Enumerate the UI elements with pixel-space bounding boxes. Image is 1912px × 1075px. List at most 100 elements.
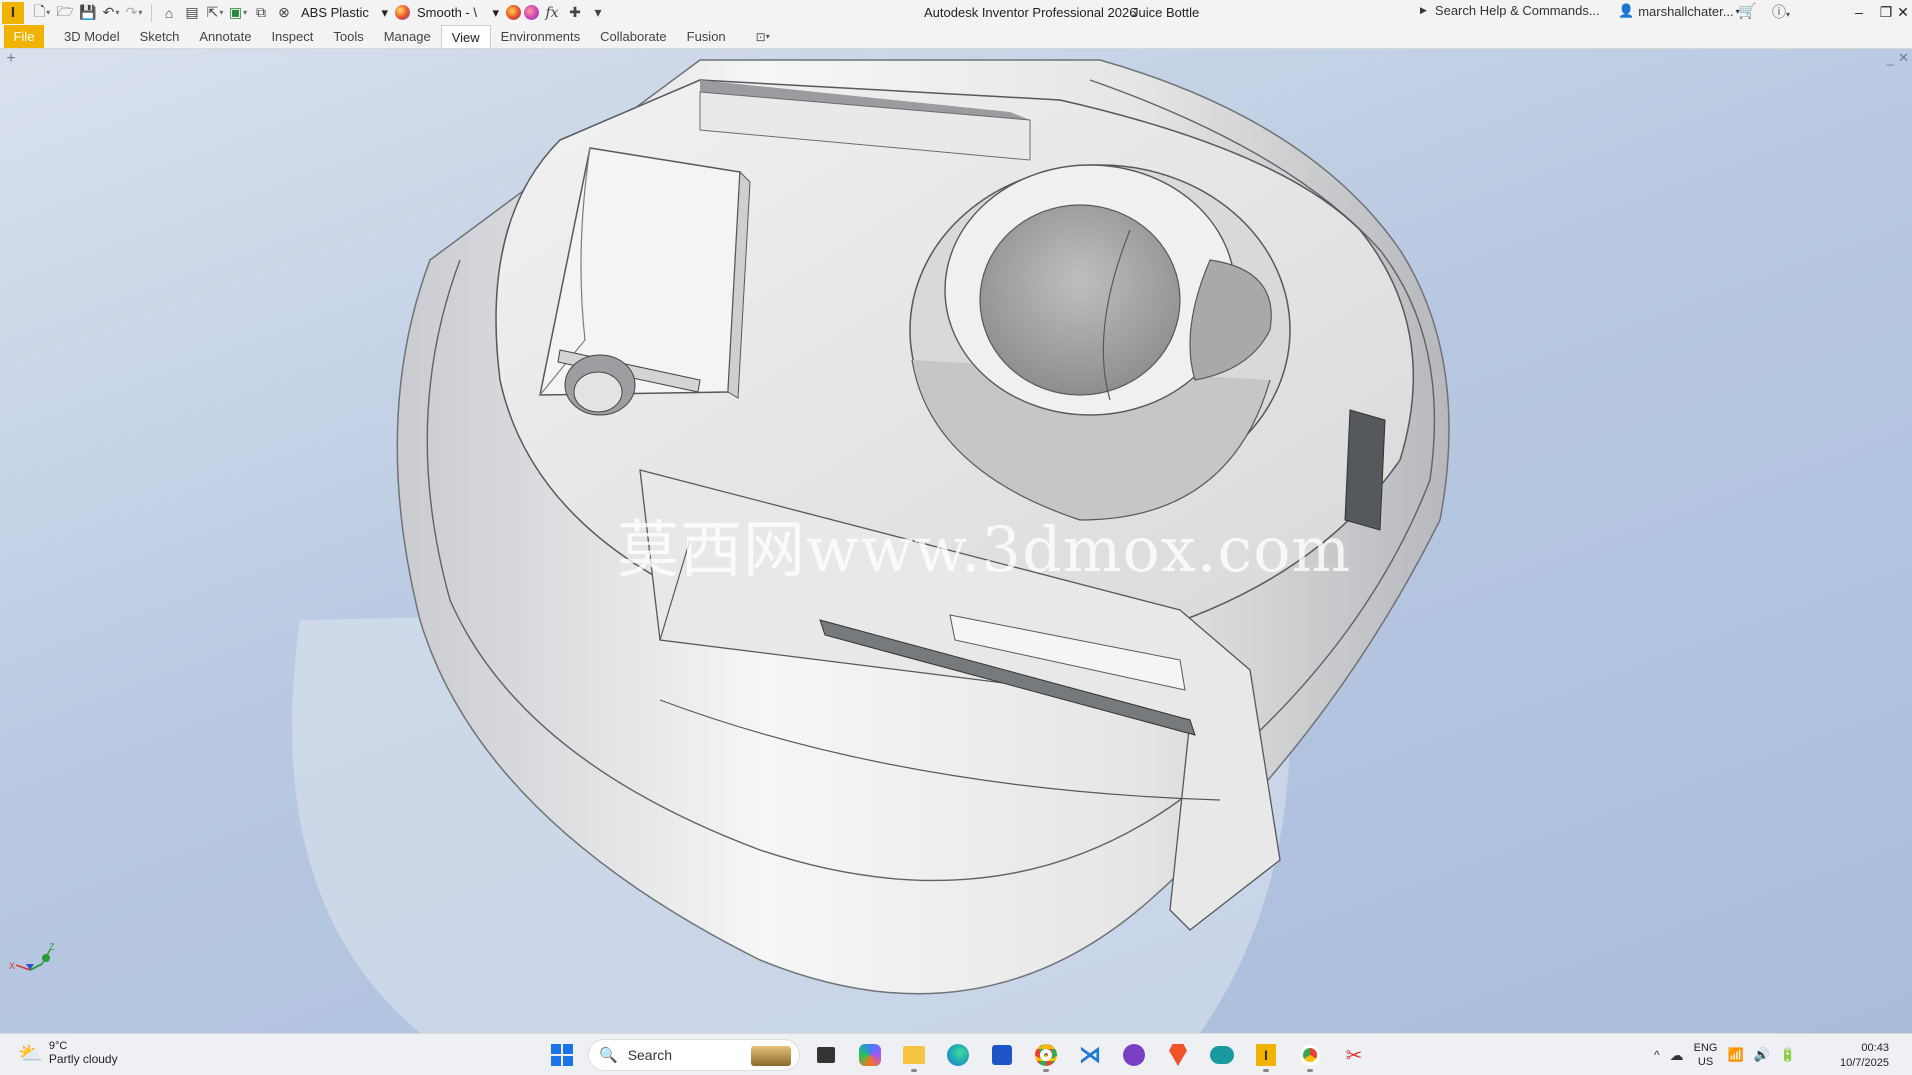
no-entry-icon[interactable]: ⊗ bbox=[274, 3, 294, 23]
update-icon[interactable]: ▣ ▾ bbox=[228, 3, 248, 23]
ribbon-tabs: File 3D Model Sketch Annotate Inspect To… bbox=[0, 25, 1912, 49]
help-icon[interactable]: ⓘ▾ bbox=[1772, 2, 1790, 22]
chevron-down-icon: ▾ bbox=[765, 32, 770, 41]
graphics-viewport[interactable]: 莫西网www.3dmox.com + _ ✕ X Z bbox=[0, 49, 1912, 1033]
system-tray: ^ ☁ ENG US 📶 🔊 🔋 bbox=[1654, 1038, 1796, 1072]
store-icon[interactable] bbox=[984, 1038, 1020, 1072]
github-desktop-icon[interactable] bbox=[1116, 1038, 1152, 1072]
file-explorer-icon[interactable] bbox=[896, 1038, 932, 1072]
adjust-appearance-icon[interactable] bbox=[506, 5, 521, 20]
clear-appearance-icon[interactable] bbox=[524, 5, 539, 20]
arduino-icon[interactable] bbox=[1204, 1038, 1240, 1072]
user-icon: 👤 bbox=[1618, 3, 1635, 18]
title-bar: I 🗋 ▾ 🗁 💾 ↶ ▾ ↷ ▾ ⌂ ▤ ⇱ ▾ ▣ ▾ ⧉ ⊗ ABS Plastic… bbox=[0, 0, 1912, 25]
copilot-icon[interactable] bbox=[852, 1038, 888, 1072]
snipping-tool-icon[interactable]: ✂ bbox=[1336, 1038, 1372, 1072]
tab-file[interactable]: File bbox=[4, 25, 44, 48]
search-icon: 🔍 bbox=[599, 1047, 618, 1064]
chrome-icon[interactable] bbox=[1028, 1038, 1064, 1072]
minimize-button[interactable]: – bbox=[1845, 0, 1873, 24]
quick-access-toolbar: 🗋 ▾ 🗁 💾 ↶ ▾ ↷ ▾ ⌂ ▤ ⇱ ▾ ▣ ▾ ⧉ ⊗ ABS Plastic ▾… bbox=[32, 3, 608, 23]
search-help-label: Search Help & Commands... bbox=[1434, 3, 1600, 18]
triad-x-label: X bbox=[9, 961, 15, 971]
inventor-icon[interactable]: I bbox=[1248, 1038, 1284, 1072]
chevron-down-icon: ▾ bbox=[381, 4, 388, 20]
chevron-right-icon: ▶ bbox=[1420, 5, 1427, 15]
weather-desc: Partly cloudy bbox=[48, 1052, 118, 1066]
tab-manage[interactable]: Manage bbox=[374, 25, 441, 48]
add-tab-icon[interactable]: + bbox=[4, 51, 18, 67]
task-view-icon[interactable] bbox=[808, 1038, 844, 1072]
chrome-profile-icon[interactable] bbox=[1292, 1038, 1328, 1072]
appearance-ball-icon[interactable] bbox=[395, 5, 410, 20]
material-label: ABS Plastic bbox=[301, 5, 369, 20]
language-indicator[interactable]: ENG US bbox=[1694, 1041, 1718, 1069]
watermark-text: 莫西网www.3dmox.com bbox=[617, 513, 1352, 586]
save-icon[interactable]: 💾 bbox=[78, 3, 98, 23]
clock-date: 10/7/2025 bbox=[1840, 1057, 1889, 1069]
chevron-down-icon: ▾ bbox=[492, 4, 499, 20]
edge-icon[interactable] bbox=[940, 1038, 976, 1072]
volume-icon[interactable]: 🔊 bbox=[1754, 1047, 1770, 1063]
ribbon-display-options[interactable]: ⊡ ▾ bbox=[756, 25, 770, 48]
wifi-icon[interactable]: 📶 bbox=[1727, 1047, 1743, 1063]
chevron-up-icon[interactable]: ^ bbox=[1654, 1048, 1660, 1062]
inventor-window: I 🗋 ▾ 🗁 💾 ↶ ▾ ↷ ▾ ⌂ ▤ ⇱ ▾ ▣ ▾ ⧉ ⊗ ABS Plastic… bbox=[0, 0, 1912, 1075]
appearance-label: Smooth - \ bbox=[417, 5, 477, 20]
inventor-logo-icon[interactable]: I bbox=[2, 1, 24, 24]
taskbar-search[interactable]: 🔍 Search bbox=[588, 1039, 800, 1071]
tab-sketch[interactable]: Sketch bbox=[130, 25, 190, 48]
cart-icon[interactable]: 🛒 bbox=[1738, 2, 1757, 20]
search-highlight-icon bbox=[751, 1046, 791, 1066]
undo-icon[interactable]: ↶ ▾ bbox=[101, 3, 121, 23]
triad-z-label: Z bbox=[49, 942, 55, 952]
windows-taskbar: ⛅ 9°C Partly cloudy 🔍 Search ⋊ I ✂ ^ ☁ E… bbox=[0, 1033, 1912, 1075]
partly-cloudy-icon: ⛅ bbox=[18, 1042, 43, 1065]
tab-3d-model[interactable]: 3D Model bbox=[54, 25, 130, 48]
open-icon[interactable]: 🗁 bbox=[55, 3, 75, 23]
search-placeholder: Search bbox=[627, 1047, 673, 1063]
start-button[interactable] bbox=[544, 1038, 580, 1072]
close-button[interactable]: ✕ bbox=[1894, 0, 1912, 24]
vscode-icon[interactable]: ⋊ bbox=[1072, 1038, 1108, 1072]
tab-annotate[interactable]: Annotate bbox=[189, 25, 261, 48]
user-name: marshallchater... bbox=[1638, 3, 1734, 19]
taskbar-apps: 🔍 Search ⋊ I ✂ bbox=[544, 1038, 1372, 1072]
battery-icon[interactable]: 🔋 bbox=[1780, 1047, 1796, 1063]
weather-temp: 9°C bbox=[48, 1040, 68, 1052]
brave-icon[interactable] bbox=[1160, 1038, 1196, 1072]
tab-view[interactable]: View bbox=[440, 25, 491, 48]
app-title: Autodesk Inventor Professional 2026 bbox=[924, 5, 1137, 20]
separator bbox=[151, 3, 152, 22]
tab-tools[interactable]: Tools bbox=[323, 25, 373, 48]
new-icon[interactable]: 🗋 ▾ bbox=[32, 3, 52, 23]
onedrive-icon[interactable]: ☁ bbox=[1670, 1047, 1684, 1064]
local-update-icon[interactable]: ⧉ bbox=[251, 3, 271, 23]
customize-toolbar-icon[interactable]: ▾ bbox=[588, 3, 608, 23]
weather-text: 9°C Partly cloudy bbox=[49, 1040, 118, 1066]
view-triad-icon: X Z bbox=[9, 942, 55, 971]
user-account[interactable]: 👤 marshallchater... ▾ bbox=[1618, 3, 1740, 19]
home-icon[interactable]: ⌂ bbox=[159, 3, 179, 23]
appearance-dropdown[interactable]: Smooth - \ ▾ bbox=[413, 3, 503, 23]
material-dropdown[interactable]: ABS Plastic ▾ bbox=[297, 3, 392, 23]
plus-icon[interactable]: ✚ bbox=[565, 3, 585, 23]
clock-time: 00:43 bbox=[1861, 1042, 1889, 1054]
tab-environments[interactable]: Environments bbox=[491, 25, 590, 48]
clock[interactable]: 00:43 10/7/2025 bbox=[1840, 1041, 1889, 1071]
lang-bottom: US bbox=[1697, 1056, 1714, 1068]
tab-collaborate[interactable]: Collaborate bbox=[590, 25, 677, 48]
projects-icon[interactable]: ▤ bbox=[182, 3, 202, 23]
lang-top: ENG bbox=[1693, 1042, 1718, 1054]
viewport-minimize-icon[interactable]: _ bbox=[1887, 51, 1894, 66]
fx-parameters-icon[interactable]: fx bbox=[542, 3, 562, 23]
tab-fusion[interactable]: Fusion bbox=[677, 25, 736, 48]
redo-icon[interactable]: ↷ ▾ bbox=[124, 3, 144, 23]
tab-inspect[interactable]: Inspect bbox=[261, 25, 323, 48]
weather-widget[interactable]: ⛅ 9°C Partly cloudy bbox=[18, 1040, 118, 1066]
document-title: Juice Bottle bbox=[1132, 5, 1200, 20]
select-icon[interactable]: ⇱ ▾ bbox=[205, 3, 225, 23]
search-help-box[interactable]: ▶ Search Help & Commands... bbox=[1420, 3, 1600, 18]
viewport-close-icon[interactable]: ✕ bbox=[1898, 50, 1909, 66]
camera-icon: ⊡ bbox=[755, 29, 766, 44]
